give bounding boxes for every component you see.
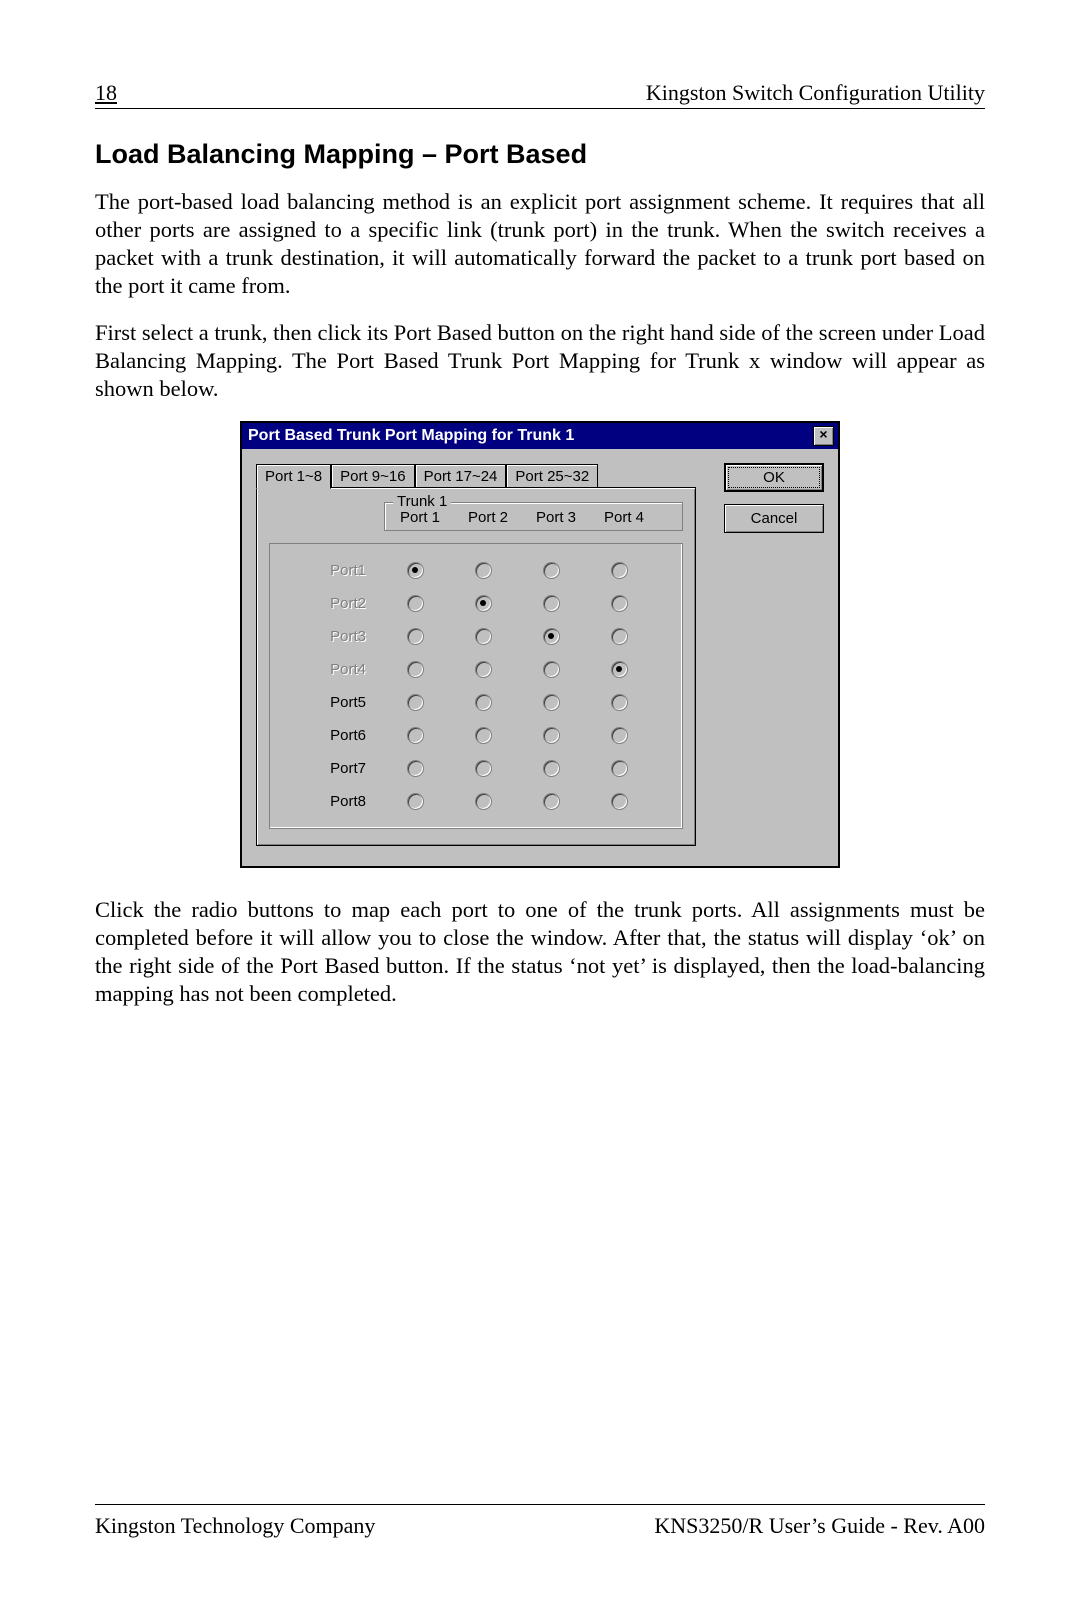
body-paragraph: Click the radio buttons to map each port…: [95, 896, 985, 1009]
tab-pane: Trunk 1 Port 1Port 2Port 3Port 4 Port1Po…: [256, 487, 696, 846]
row-label: Port8: [284, 785, 384, 818]
groupbox-legend: Trunk 1: [393, 493, 451, 510]
radio-port8-col2[interactable]: [475, 793, 492, 810]
radio-port2-col4[interactable]: [611, 595, 628, 612]
radio-port8-col3[interactable]: [543, 793, 560, 810]
radio-port3-col2[interactable]: [475, 628, 492, 645]
radio-port4-col2[interactable]: [475, 661, 492, 678]
radio-port2-col3[interactable]: [543, 595, 560, 612]
radio-port2-col2[interactable]: [475, 595, 492, 612]
close-icon[interactable]: ×: [813, 426, 834, 446]
row-label: Port2: [284, 587, 384, 620]
radio-port7-col4[interactable]: [611, 760, 628, 777]
radio-port4-col3[interactable]: [543, 661, 560, 678]
radio-port6-col4[interactable]: [611, 727, 628, 744]
radio-column: [392, 554, 438, 818]
titlebar: Port Based Trunk Port Mapping for Trunk …: [242, 423, 838, 449]
window-title: Port Based Trunk Port Mapping for Trunk …: [248, 427, 813, 445]
radio-port7-col2[interactable]: [475, 760, 492, 777]
trunk-column-header: Port 3: [533, 509, 579, 526]
trunk-column-header: Port 1: [397, 509, 443, 526]
radio-column: [528, 554, 574, 818]
dialog-left-pane: Port 1~8Port 9~16Port 17~24Port 25~32 Tr…: [256, 463, 696, 846]
tab-port-9-16[interactable]: Port 9~16: [331, 464, 414, 489]
radio-port5-col3[interactable]: [543, 694, 560, 711]
section-heading: Load Balancing Mapping – Port Based: [95, 139, 985, 170]
row-label: Port7: [284, 752, 384, 785]
radio-port1-col2[interactable]: [475, 562, 492, 579]
radio-grid: Port1Port2Port3Port4Port5Port6Port7Port8: [269, 543, 683, 829]
page-number: 18: [95, 80, 117, 106]
radio-port4-col4[interactable]: [611, 661, 628, 678]
footer-right: KNS3250/R User’s Guide - Rev. A00: [654, 1513, 985, 1539]
page-footer: Kingston Technology Company KNS3250/R Us…: [95, 1504, 985, 1539]
row-label: Port4: [284, 653, 384, 686]
trunk-groupbox: Trunk 1 Port 1Port 2Port 3Port 4: [384, 502, 683, 531]
row-labels: Port1Port2Port3Port4Port5Port6Port7Port8: [284, 554, 384, 818]
radio-port1-col4[interactable]: [611, 562, 628, 579]
radio-column: [596, 554, 642, 818]
radio-port8-col4[interactable]: [611, 793, 628, 810]
radio-port1-col1[interactable]: [407, 562, 424, 579]
radio-port5-col4[interactable]: [611, 694, 628, 711]
radio-port3-col3[interactable]: [543, 628, 560, 645]
radio-port3-col1[interactable]: [407, 628, 424, 645]
radio-port7-col3[interactable]: [543, 760, 560, 777]
radio-column: [460, 554, 506, 818]
radio-columns: [384, 554, 672, 818]
trunk-column-header: Port 2: [465, 509, 511, 526]
radio-port1-col3[interactable]: [543, 562, 560, 579]
radio-port8-col1[interactable]: [407, 793, 424, 810]
ok-button[interactable]: OK: [724, 463, 824, 492]
radio-port7-col1[interactable]: [407, 760, 424, 777]
tab-port-25-32[interactable]: Port 25~32: [506, 464, 598, 489]
radio-port4-col1[interactable]: [407, 661, 424, 678]
document-page: 18 Kingston Switch Configuration Utility…: [0, 0, 1080, 1609]
trunk-column-header: Port 4: [601, 509, 647, 526]
tab-port-1-8[interactable]: Port 1~8: [256, 464, 331, 489]
running-header: 18 Kingston Switch Configuration Utility: [95, 80, 985, 109]
running-title: Kingston Switch Configuration Utility: [646, 80, 985, 106]
dialog-screenshot: Port Based Trunk Port Mapping for Trunk …: [240, 421, 840, 868]
radio-port6-col2[interactable]: [475, 727, 492, 744]
radio-port5-col2[interactable]: [475, 694, 492, 711]
cancel-button[interactable]: Cancel: [724, 504, 824, 533]
row-label: Port1: [284, 554, 384, 587]
row-label: Port5: [284, 686, 384, 719]
body-paragraph: The port-based load balancing method is …: [95, 188, 985, 301]
trunk-column-headers: Port 1 Port 2 Port 3 Port 4: [393, 509, 674, 526]
dialog-body: Port 1~8Port 9~16Port 17~24Port 25~32 Tr…: [242, 449, 838, 866]
tab-port-17-24[interactable]: Port 17~24: [415, 464, 507, 489]
radio-port3-col4[interactable]: [611, 628, 628, 645]
tab-strip: Port 1~8Port 9~16Port 17~24Port 25~32: [256, 463, 696, 488]
row-label: Port6: [284, 719, 384, 752]
radio-port6-col1[interactable]: [407, 727, 424, 744]
row-label: Port3: [284, 620, 384, 653]
dialog-window: Port Based Trunk Port Mapping for Trunk …: [240, 421, 840, 868]
radio-port6-col3[interactable]: [543, 727, 560, 744]
body-paragraph: First select a trunk, then click its Por…: [95, 319, 985, 403]
radio-port5-col1[interactable]: [407, 694, 424, 711]
footer-left: Kingston Technology Company: [95, 1513, 375, 1539]
dialog-right-pane: OK Cancel: [724, 463, 824, 846]
radio-port2-col1[interactable]: [407, 595, 424, 612]
